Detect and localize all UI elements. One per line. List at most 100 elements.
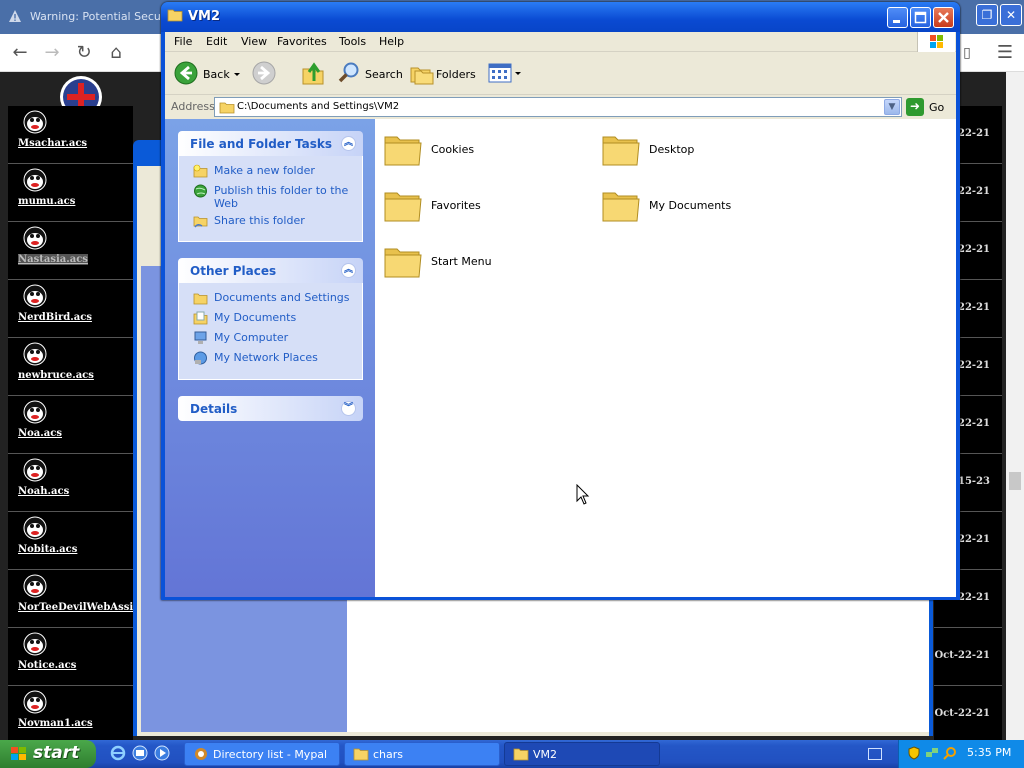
character-face-icon	[23, 574, 47, 598]
character-link[interactable]: Novman1.acs	[18, 718, 93, 729]
character-link[interactable]: NorTeeDevilWebAssist	[18, 602, 143, 613]
character-face-icon	[23, 632, 47, 656]
list-item[interactable]: NerdBird.acs	[8, 280, 133, 338]
menu-file[interactable]: File	[174, 35, 192, 48]
back-arrow-icon[interactable]: ←	[8, 42, 32, 64]
character-list: Msachar.acs mumu.acs Nastasia.acs NerdBi…	[8, 106, 143, 744]
internet-explorer-icon[interactable]	[110, 745, 126, 761]
reload-icon[interactable]: ↻	[72, 42, 96, 64]
warning-icon	[9, 10, 21, 22]
views-button[interactable]	[487, 59, 523, 89]
clock: 5:35 PM	[967, 746, 1012, 759]
views-icon	[488, 63, 521, 83]
taskbar-item-vm2[interactable]: VM2	[504, 742, 660, 766]
my-documents-icon	[193, 311, 208, 325]
restore-icon[interactable]: ❐	[976, 4, 998, 26]
panel-header[interactable]: File and Folder Tasks ︽	[178, 131, 363, 156]
expand-icon[interactable]: ︾	[341, 401, 356, 416]
character-link[interactable]: newbruce.acs	[18, 370, 94, 381]
folders-button[interactable]: Folders	[408, 59, 478, 89]
list-item[interactable]: Noah.acs	[8, 454, 133, 512]
menu-icon[interactable]: ☰	[993, 42, 1017, 64]
folder-item[interactable]: Desktop	[601, 129, 801, 173]
media-player-icon[interactable]	[154, 745, 170, 761]
character-link[interactable]: Noa.acs	[18, 428, 62, 439]
dropdown-arrow-icon	[234, 73, 240, 76]
forward-arrow-icon[interactable]: →	[40, 42, 64, 64]
maximize-button[interactable]	[910, 7, 931, 28]
menu-edit[interactable]: Edit	[206, 35, 227, 48]
close-button[interactable]	[933, 7, 954, 28]
network-status-icon[interactable]	[925, 746, 939, 760]
collapse-icon[interactable]: ︽	[341, 136, 356, 151]
list-item[interactable]: NorTeeDevilWebAssist	[8, 570, 143, 628]
character-link[interactable]: NerdBird.acs	[18, 312, 92, 323]
up-folder-button[interactable]	[300, 59, 326, 89]
character-face-icon	[23, 168, 47, 192]
back-dropdown[interactable]	[232, 59, 244, 89]
search-icon	[338, 62, 359, 83]
menu-tools[interactable]: Tools	[339, 35, 366, 48]
home-icon[interactable]: ⌂	[104, 42, 128, 64]
folder-item[interactable]: Favorites	[383, 185, 583, 229]
back-arrow-icon	[174, 61, 198, 85]
browser-scrollbar[interactable]	[1006, 72, 1024, 740]
menu-help[interactable]: Help	[379, 35, 404, 48]
list-item[interactable]: mumu.acs	[8, 164, 133, 222]
taskbar-item-chars[interactable]: chars	[344, 742, 500, 766]
character-link[interactable]: Noah.acs	[18, 486, 69, 497]
maximize-icon	[914, 11, 927, 24]
folder-icon	[384, 136, 422, 166]
minimize-button[interactable]	[887, 7, 908, 28]
menu-bar: File Edit View Favorites Tools Help	[165, 32, 956, 52]
address-label: Address	[171, 100, 215, 113]
character-link[interactable]: mumu.acs	[18, 196, 75, 207]
start-button[interactable]: start	[0, 740, 96, 768]
list-item[interactable]: Nastasia.acs	[8, 222, 133, 280]
go-button[interactable]: ➜ Go	[906, 97, 952, 117]
menu-favorites[interactable]: Favorites	[277, 35, 327, 48]
list-item[interactable]: Notice.acs	[8, 628, 133, 686]
back-button[interactable]: Back	[171, 59, 239, 89]
close-icon[interactable]: ✕	[1000, 4, 1022, 26]
folder-item[interactable]: Cookies	[383, 129, 583, 173]
outlook-express-icon[interactable]	[132, 745, 148, 761]
character-link[interactable]: Msachar.acs	[18, 138, 87, 149]
character-link[interactable]: Notice.acs	[18, 660, 76, 671]
taskbar-item-mypal[interactable]: Directory list - Mypal	[184, 742, 340, 766]
folder-item[interactable]: Start Menu	[383, 241, 583, 285]
folder-icon	[353, 748, 369, 761]
list-item[interactable]: Msachar.acs	[8, 106, 133, 164]
collapse-icon[interactable]: ︽	[341, 263, 356, 278]
share-folder-icon	[193, 216, 208, 228]
character-link[interactable]: Nobita.acs	[18, 544, 77, 555]
folder-icon	[167, 9, 183, 22]
vm2-window: VM2 File Edit View Favorites Tools Help …	[161, 2, 960, 600]
scroll-thumb[interactable]	[1009, 472, 1021, 490]
search-icon[interactable]	[943, 746, 957, 760]
other-places-panel: Other Places ︽ Documents and Settings My…	[178, 258, 363, 380]
character-face-icon	[23, 516, 47, 540]
folder-icon	[219, 102, 235, 114]
search-button[interactable]: Search	[335, 59, 403, 89]
address-value: C:\Documents and Settings\VM2	[237, 101, 400, 112]
folder-item[interactable]: My Documents	[601, 185, 801, 229]
list-item[interactable]: Nobita.acs	[8, 512, 133, 570]
forward-button[interactable]	[250, 59, 284, 89]
panel-header[interactable]: Details ︾	[178, 396, 363, 421]
vm2-titlebar[interactable]: VM2	[161, 2, 960, 32]
list-item[interactable]: Noa.acs	[8, 396, 133, 454]
security-shield-icon[interactable]	[907, 746, 921, 760]
address-dropdown-button[interactable]: ▼	[884, 99, 900, 115]
new-folder-icon	[193, 164, 208, 178]
date-cell: Oct-22-21	[934, 628, 1002, 686]
menu-view[interactable]: View	[241, 35, 267, 48]
list-item[interactable]: Novman1.acs	[8, 686, 133, 744]
character-link[interactable]: Nastasia.acs	[18, 254, 88, 265]
system-tray: 5:35 PM	[898, 740, 1024, 768]
list-item[interactable]: newbruce.acs	[8, 338, 133, 396]
details-panel: Details ︾	[178, 396, 363, 421]
address-input[interactable]: C:\Documents and Settings\VM2 ▼	[214, 97, 902, 117]
panel-header[interactable]: Other Places ︽	[178, 258, 363, 283]
keyboard-icon[interactable]	[868, 748, 882, 760]
